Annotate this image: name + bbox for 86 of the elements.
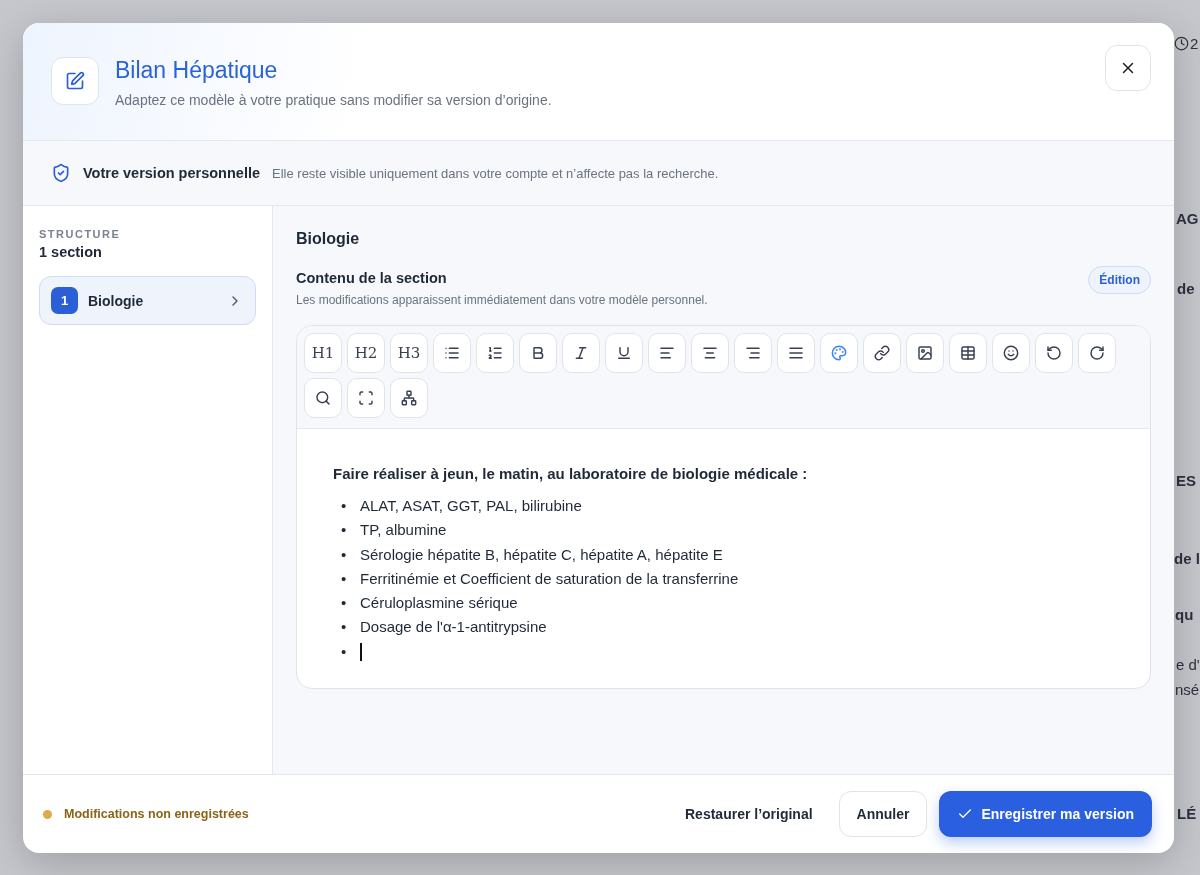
background-text: de bbox=[1177, 280, 1195, 297]
bullet: • bbox=[341, 617, 348, 638]
undo-icon bbox=[1046, 345, 1062, 361]
justify-button[interactable] bbox=[777, 333, 815, 373]
list-item: Céruloplasmine sérique bbox=[360, 593, 518, 614]
section-title: Biologie bbox=[296, 230, 361, 248]
numbered-list-icon bbox=[487, 345, 503, 361]
align-left-icon bbox=[659, 345, 675, 361]
bold-button[interactable] bbox=[519, 333, 557, 373]
palette-button[interactable] bbox=[820, 333, 858, 373]
sidebar-label: STRUCTURE bbox=[39, 228, 122, 240]
fullscreen-button[interactable] bbox=[347, 378, 385, 418]
bullet: • bbox=[341, 544, 348, 565]
section-count: 1 section bbox=[39, 244, 103, 260]
editor-heading: Faire réaliser à jeun, le matin, au laboratoire de biologie médicale : bbox=[333, 465, 809, 482]
palette-icon bbox=[831, 345, 847, 361]
heading-button[interactable]: H2 bbox=[347, 333, 385, 373]
dialog-title: Bilan Hépatique bbox=[115, 57, 279, 84]
emoji-icon bbox=[1003, 345, 1019, 361]
bullet: • bbox=[341, 593, 348, 614]
bullet: • bbox=[341, 568, 348, 589]
align-right-icon bbox=[745, 345, 761, 361]
diagram-icon bbox=[401, 390, 417, 406]
list-item: Dosage de l'α-1-antitrypsine bbox=[360, 617, 547, 638]
align-right-button[interactable] bbox=[734, 333, 772, 373]
content-hint: Les modifications apparaissent immédiatement dans votre modèle personnel. bbox=[296, 293, 708, 307]
align-center-button[interactable] bbox=[691, 333, 729, 373]
header-count: 2 bbox=[1190, 35, 1199, 52]
content-label: Contenu de la section bbox=[296, 270, 448, 286]
bullet: • bbox=[341, 641, 348, 662]
emoji-button[interactable] bbox=[992, 333, 1030, 373]
link-icon bbox=[874, 345, 890, 361]
list-item: ALAT, ASAT, GGT, PAL, bilirubine bbox=[360, 496, 582, 516]
undo-button[interactable] bbox=[1035, 333, 1073, 373]
numbered-list-button[interactable] bbox=[476, 333, 514, 373]
status-dot bbox=[43, 809, 52, 819]
background-text: de l bbox=[1174, 550, 1200, 567]
list-item: TP, albumine bbox=[360, 520, 447, 541]
background-text: qu bbox=[1175, 606, 1194, 623]
search-button[interactable] bbox=[304, 378, 342, 418]
heading-button[interactable]: H1 bbox=[304, 333, 342, 373]
list-item: Sérologie hépatite B, hépatite C, hépatite A, hépatite E bbox=[360, 544, 723, 565]
underline-button[interactable] bbox=[605, 333, 643, 373]
dialog-subtitle: Adaptez ce modèle à votre pratique sans modifier sa version d’origine. bbox=[115, 92, 553, 108]
list-item: Ferritinémie et Coefficient de saturation de la transferrine bbox=[360, 568, 739, 589]
italic-icon bbox=[573, 345, 589, 361]
bullet-list-button[interactable] bbox=[433, 333, 471, 373]
background-text: nsé bbox=[1175, 681, 1200, 698]
table-button[interactable] bbox=[949, 333, 987, 373]
close-button[interactable] bbox=[1105, 45, 1151, 91]
shield-check-icon bbox=[51, 163, 71, 183]
bullet: • bbox=[341, 520, 348, 541]
background-text: AG bbox=[1176, 210, 1199, 227]
table-icon bbox=[960, 345, 976, 361]
bullet: • bbox=[341, 496, 348, 516]
background-text: e d' bbox=[1176, 656, 1200, 673]
redo-icon bbox=[1089, 345, 1105, 361]
search-icon bbox=[315, 390, 331, 406]
italic-button[interactable] bbox=[562, 333, 600, 373]
underline-icon bbox=[616, 345, 632, 361]
clock-icon bbox=[1174, 36, 1189, 51]
diagram-button[interactable] bbox=[390, 378, 428, 418]
section-item[interactable]: 1 Biologie bbox=[39, 276, 256, 325]
link-button[interactable] bbox=[863, 333, 901, 373]
edit-icon bbox=[51, 57, 99, 105]
justify-icon bbox=[788, 345, 804, 361]
notice-title: Votre version personnelle bbox=[83, 165, 260, 181]
bullet-list-icon bbox=[444, 345, 460, 361]
background-text: ES bbox=[1176, 472, 1196, 489]
section-number: 1 bbox=[51, 287, 78, 314]
align-left-button[interactable] bbox=[648, 333, 686, 373]
heading-button[interactable]: H3 bbox=[390, 333, 428, 373]
redo-button[interactable] bbox=[1078, 333, 1116, 373]
notice-text: Elle reste visible uniquement dans votre compte et n’affecte pas la recherche. bbox=[272, 165, 719, 181]
cancel-button[interactable]: Annuler bbox=[838, 791, 928, 837]
bold-icon bbox=[530, 345, 546, 361]
restore-button[interactable]: Restaurer l’original bbox=[671, 791, 827, 837]
align-center-icon bbox=[702, 345, 718, 361]
status-text: Modifications non enregistrées bbox=[64, 807, 250, 821]
background-text: LÉ bbox=[1177, 805, 1197, 822]
image-button[interactable] bbox=[906, 333, 944, 373]
save-button[interactable]: Enregistrer ma version bbox=[939, 791, 1152, 837]
mode-badge: Édition bbox=[1088, 266, 1151, 294]
section-label: Biologie bbox=[88, 292, 145, 309]
fullscreen-icon bbox=[358, 390, 374, 406]
image-icon bbox=[917, 345, 933, 361]
